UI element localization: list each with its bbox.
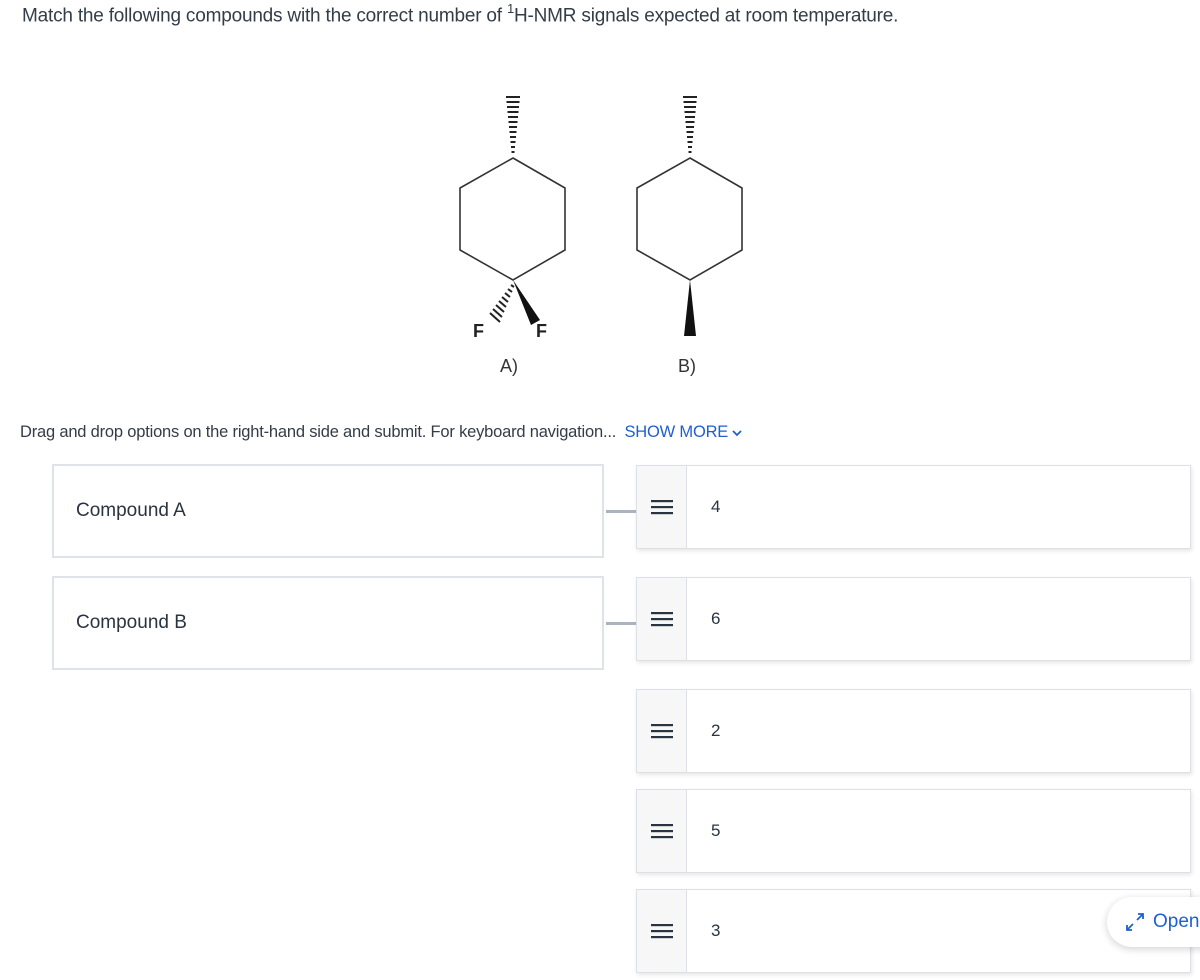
open-button-label: Open: [1153, 911, 1200, 932]
compound-b-hashed-bond-top: [683, 96, 697, 153]
compound-a-wedge-bond-f: [513, 280, 540, 325]
compound-b-label: B): [678, 356, 696, 376]
compound-structures-figure: F F A) B): [430, 75, 770, 390]
drag-handle[interactable]: [637, 466, 687, 548]
option-value: 5: [711, 821, 721, 840]
chevron-down-icon: [732, 430, 742, 436]
compound-a-fluorine-left: F: [473, 321, 484, 341]
target-label: Compound B: [76, 612, 187, 633]
option-value: 3: [711, 921, 721, 940]
compound-a-ring: [459, 157, 566, 281]
drag-handle[interactable]: [637, 690, 687, 772]
compound-b-structure: [636, 157, 743, 281]
drag-handle-icon: [650, 612, 673, 627]
option-item[interactable]: 5: [636, 789, 1191, 873]
compound-a-hashed-bond-top: [506, 96, 520, 153]
option-item[interactable]: 4: [636, 465, 1191, 549]
compound-a-label: A): [500, 356, 518, 376]
option-value: 4: [711, 497, 721, 516]
expand-arrows-icon: [1126, 913, 1144, 931]
instructions: Drag and drop options on the right-hand …: [20, 423, 742, 442]
compound-b-ring: [636, 157, 743, 281]
drag-handle-icon: [650, 500, 673, 515]
target-label: Compound A: [76, 500, 186, 521]
drag-handle-icon: [650, 924, 673, 939]
compound-b-wedge-bond: [684, 280, 696, 336]
drag-handle-icon: [650, 724, 673, 739]
show-more-link[interactable]: SHOW MORE: [625, 423, 743, 441]
drop-target-compound-a[interactable]: Compound A: [52, 464, 604, 558]
structures-svg: F F A) B): [459, 96, 743, 376]
match-connector: [606, 510, 636, 513]
drag-handle[interactable]: [637, 578, 687, 660]
option-value: 2: [711, 721, 721, 740]
option-value: 6: [711, 609, 721, 628]
compound-a-fluorine-right: F: [536, 321, 547, 341]
drag-handle[interactable]: [637, 790, 687, 872]
drop-target-compound-b[interactable]: Compound B: [52, 576, 604, 670]
compound-a-structure: [459, 157, 566, 281]
open-button[interactable]: Open: [1107, 897, 1200, 947]
instructions-text: Drag and drop options on the right-hand …: [20, 423, 617, 441]
option-item[interactable]: 6: [636, 577, 1191, 661]
question-suffix: H-NMR signals expected at room temperatu…: [514, 5, 899, 27]
option-item[interactable]: 2: [636, 689, 1191, 773]
show-more-label: SHOW MORE: [624, 423, 729, 441]
match-connector: [606, 622, 636, 625]
compound-a-hashed-bond-f: [489, 284, 515, 323]
drag-handle-icon: [650, 824, 673, 839]
question-prefix: Match the following compounds with the c…: [22, 5, 507, 27]
drag-handle[interactable]: [637, 890, 687, 972]
question-text: Match the following compounds with the c…: [22, 1, 899, 27]
question-superscript: 1: [506, 1, 514, 16]
